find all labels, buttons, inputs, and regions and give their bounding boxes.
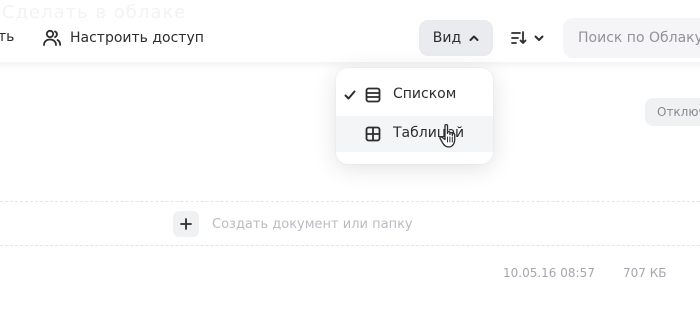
toolbar-action-label[interactable]: ть	[0, 29, 14, 45]
view-mode-menu: Списком Таблицей	[336, 68, 493, 164]
share-access-button[interactable]: Настроить доступ	[42, 26, 204, 50]
menu-item-table[interactable]: Таблицей	[336, 116, 493, 152]
page-title: Сделать в облаке	[2, 2, 187, 23]
drop-zone-border-top	[0, 201, 700, 202]
sort-icon	[511, 31, 527, 44]
status-badge[interactable]: Отключ	[645, 98, 700, 126]
view-mode-button[interactable]: Вид	[419, 20, 493, 56]
checkmark-icon	[344, 90, 356, 100]
menu-item-list-label: Списком	[393, 86, 457, 102]
share-access-label: Настроить доступ	[70, 30, 204, 46]
sort-button[interactable]	[504, 24, 550, 52]
add-button[interactable]	[173, 211, 199, 237]
create-document-button[interactable]: Создать документ или папку	[173, 211, 413, 237]
menu-item-list[interactable]: Списком	[336, 77, 493, 113]
view-mode-label: Вид	[432, 30, 462, 46]
list-view-icon	[365, 87, 381, 103]
chevron-down-icon	[534, 35, 544, 41]
create-document-label: Создать документ или папку	[212, 216, 413, 232]
hand-cursor-icon	[439, 123, 456, 148]
plus-icon	[180, 218, 192, 230]
chevron-up-icon	[469, 35, 479, 41]
search-field[interactable]	[563, 18, 700, 58]
drop-zone-border-bottom	[0, 245, 700, 246]
grid-view-icon	[365, 126, 381, 142]
users-icon	[43, 29, 61, 46]
search-input[interactable]	[578, 30, 700, 46]
file-size: 707 КБ	[623, 266, 667, 280]
file-date: 10.05.16 08:57	[503, 266, 595, 280]
